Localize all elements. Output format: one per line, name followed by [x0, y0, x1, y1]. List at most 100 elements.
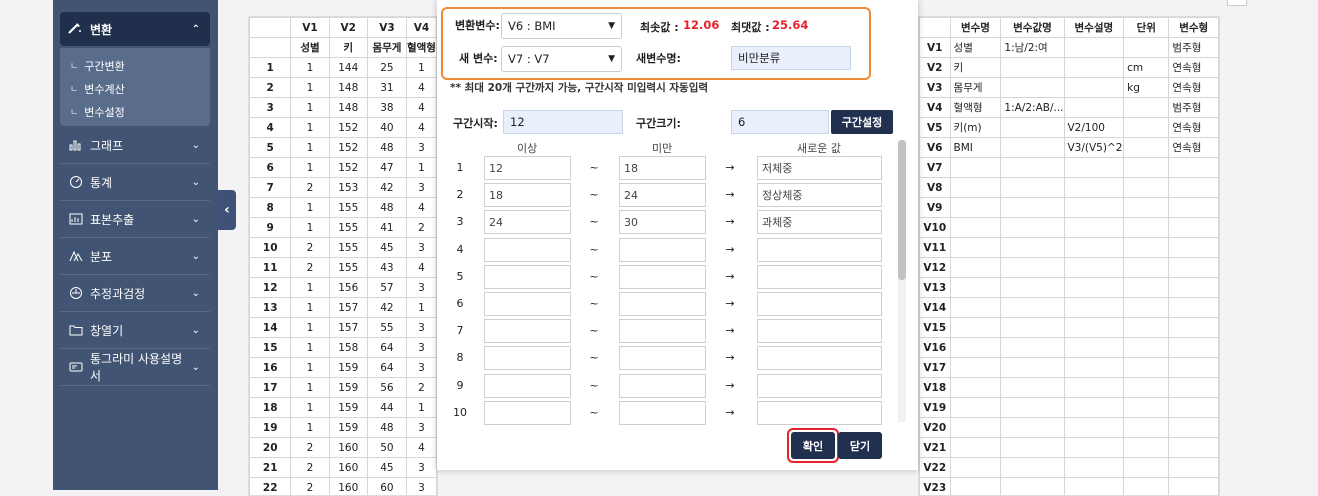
variable-cell[interactable]: [1169, 298, 1219, 318]
grid-cell[interactable]: 57: [367, 278, 406, 298]
variable-cell[interactable]: [1001, 458, 1064, 478]
grid-cell[interactable]: 152: [329, 118, 367, 138]
grid-cell[interactable]: 156: [329, 278, 367, 298]
grid-cell[interactable]: 56: [367, 378, 406, 398]
variable-cell[interactable]: [1064, 338, 1124, 358]
grid-cell[interactable]: 159: [329, 378, 367, 398]
grid-cell[interactable]: 3: [406, 338, 436, 358]
variable-cell[interactable]: [1064, 198, 1124, 218]
variable-cell[interactable]: [1001, 438, 1064, 458]
variable-cell[interactable]: 1:남/2:여: [1001, 38, 1064, 58]
variable-cell[interactable]: [1001, 378, 1064, 398]
grid-cell[interactable]: 3: [406, 458, 436, 478]
interval-from-input[interactable]: 24: [484, 210, 571, 234]
variable-cell[interactable]: [1124, 418, 1169, 438]
interval-value-input[interactable]: 정상체중: [757, 183, 882, 207]
variable-cell[interactable]: [1001, 138, 1064, 158]
variable-cell[interactable]: [1064, 478, 1124, 496]
variable-cell[interactable]: [1169, 198, 1219, 218]
menu-stats[interactable]: 통계⌄: [60, 164, 210, 201]
grid-cell[interactable]: 152: [329, 158, 367, 178]
variable-cell[interactable]: [1124, 318, 1169, 338]
grid-cell[interactable]: 152: [329, 138, 367, 158]
variable-cell[interactable]: [1064, 278, 1124, 298]
variable-cell[interactable]: cm: [1124, 58, 1169, 78]
interval-from-input[interactable]: [484, 319, 571, 343]
variable-cell[interactable]: [1064, 98, 1124, 118]
menu-sampling[interactable]: 표본추출⌄: [60, 201, 210, 238]
interval-to-input[interactable]: [619, 401, 706, 425]
interval-to-input[interactable]: [619, 265, 706, 289]
grid-cell[interactable]: 55: [367, 318, 406, 338]
submenu-item-interval[interactable]: ㄴ구간변환: [60, 54, 210, 77]
interval-value-input[interactable]: [757, 374, 882, 398]
new-var-select[interactable]: V7 : V7▼: [501, 46, 622, 72]
grid-cell[interactable]: 38: [367, 98, 406, 118]
variable-cell[interactable]: [1001, 218, 1064, 238]
variable-cell[interactable]: [1064, 358, 1124, 378]
interval-to-input[interactable]: 30: [619, 210, 706, 234]
grid-cell[interactable]: 4: [406, 98, 436, 118]
variable-cell[interactable]: [1124, 138, 1169, 158]
variable-cell[interactable]: 1:A/2:AB/...: [1001, 98, 1064, 118]
ok-button[interactable]: 확인: [791, 432, 835, 459]
variable-cell[interactable]: [1001, 318, 1064, 338]
grid-cell[interactable]: 155: [329, 238, 367, 258]
grid-cell[interactable]: 158: [329, 338, 367, 358]
variable-cell[interactable]: 혈액형: [950, 98, 1001, 118]
variable-cell[interactable]: [1169, 418, 1219, 438]
grid-cell[interactable]: 31: [367, 78, 406, 98]
grid-cell[interactable]: 2: [291, 458, 329, 478]
grid-cell[interactable]: 159: [329, 398, 367, 418]
grid-cell[interactable]: 160: [329, 478, 367, 496]
set-interval-button[interactable]: 구간설정: [831, 110, 893, 134]
variable-cell[interactable]: [950, 278, 1001, 298]
grid-cell[interactable]: 2: [406, 218, 436, 238]
variable-cell[interactable]: [1124, 258, 1169, 278]
grid-cell[interactable]: 3: [406, 138, 436, 158]
variable-cell[interactable]: 키(m): [950, 118, 1001, 138]
grid-cell[interactable]: 155: [329, 218, 367, 238]
interval-value-input[interactable]: [757, 292, 882, 316]
grid-cell[interactable]: 160: [329, 438, 367, 458]
grid-cell[interactable]: 2: [291, 238, 329, 258]
variable-cell[interactable]: [1064, 458, 1124, 478]
variable-cell[interactable]: [1169, 338, 1219, 358]
grid-cell[interactable]: 1: [291, 378, 329, 398]
grid-cell[interactable]: 4: [406, 258, 436, 278]
grid-cell[interactable]: 1: [406, 158, 436, 178]
grid-cell[interactable]: 159: [329, 358, 367, 378]
variable-cell[interactable]: [950, 438, 1001, 458]
grid-cell[interactable]: 1: [291, 358, 329, 378]
start-input[interactable]: 12: [503, 110, 623, 134]
variable-cell[interactable]: [1169, 158, 1219, 178]
variable-cell[interactable]: [1064, 238, 1124, 258]
close-button[interactable]: 닫기: [838, 432, 882, 459]
grid-cell[interactable]: 50: [367, 438, 406, 458]
grid-cell[interactable]: 1: [291, 58, 329, 78]
grid-cell[interactable]: 4: [406, 198, 436, 218]
variable-cell[interactable]: [950, 298, 1001, 318]
interval-to-input[interactable]: [619, 374, 706, 398]
variable-cell[interactable]: [950, 398, 1001, 418]
grid-cell[interactable]: 4: [406, 438, 436, 458]
variable-cell[interactable]: [1124, 118, 1169, 138]
grid-cell[interactable]: 153: [329, 178, 367, 198]
variable-cell[interactable]: V3/(V5)^2: [1064, 138, 1124, 158]
variable-cell[interactable]: [1001, 58, 1064, 78]
variable-cell[interactable]: [1169, 398, 1219, 418]
variable-cell[interactable]: [1064, 178, 1124, 198]
variable-cell[interactable]: [1001, 278, 1064, 298]
grid-cell[interactable]: 3: [406, 478, 436, 496]
variable-cell[interactable]: [1064, 38, 1124, 58]
grid-cell[interactable]: 1: [291, 118, 329, 138]
variable-cell[interactable]: 연속형: [1169, 118, 1219, 138]
collapse-sidebar-button[interactable]: ‹: [218, 190, 236, 230]
variable-cell[interactable]: [1064, 298, 1124, 318]
grid-cell[interactable]: 155: [329, 258, 367, 278]
variable-cell[interactable]: [1124, 38, 1169, 58]
grid-cell[interactable]: 43: [367, 258, 406, 278]
grid-cell[interactable]: 2: [291, 438, 329, 458]
grid-cell[interactable]: 144: [329, 58, 367, 78]
interval-value-input[interactable]: 과체중: [757, 210, 882, 234]
